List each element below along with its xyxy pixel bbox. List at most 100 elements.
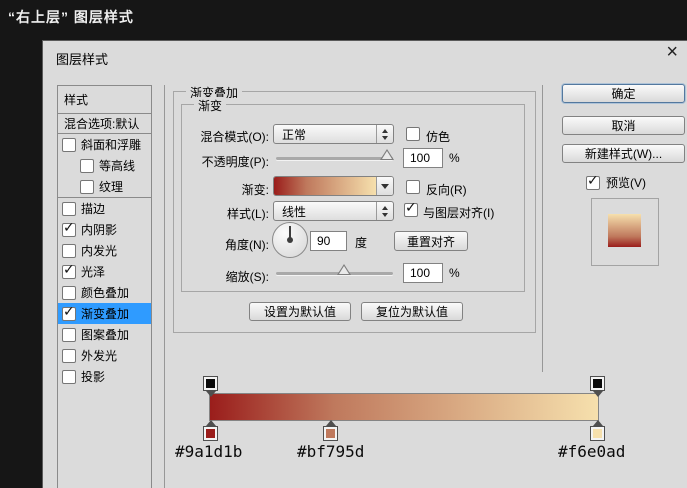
sidebar-item-4[interactable]: ✓ 内阴影 bbox=[58, 219, 151, 240]
sidebar-item-7[interactable]: ✓ 颜色叠加 bbox=[58, 282, 151, 303]
sidebar-item-1[interactable]: ✓等高线 bbox=[58, 155, 151, 176]
opacity-value: 100 bbox=[410, 151, 430, 165]
sidebar-item-9[interactable]: ✓图案叠加 bbox=[58, 324, 151, 345]
gradient-editor-annotation: #9a1d1b #bf795d #f6e0ad bbox=[0, 370, 687, 488]
sidebar-item-label: 颜色叠加 bbox=[81, 284, 129, 301]
sidebar-header: 样式 bbox=[58, 86, 151, 114]
opacity-stop-swatch bbox=[593, 379, 602, 388]
cancel-button[interactable]: 取消 bbox=[562, 116, 685, 135]
sidebar-item-2[interactable]: ✓ 纹理 bbox=[58, 176, 151, 198]
stop-pointer-icon bbox=[206, 391, 216, 397]
opacity-slider-thumb[interactable] bbox=[380, 149, 394, 160]
sidebar-item-label: 外发光 bbox=[81, 347, 117, 364]
scale-value: 100 bbox=[410, 266, 430, 280]
preview-frame bbox=[591, 198, 659, 266]
scale-label: 缩放(S): bbox=[181, 268, 269, 285]
reverse-label: 反向(R) bbox=[426, 181, 467, 198]
gradient-label: 渐变: bbox=[181, 181, 269, 198]
gradient-ramp[interactable] bbox=[209, 393, 599, 421]
angle-field[interactable]: 90 bbox=[310, 231, 347, 251]
reset-default-button[interactable]: 复位为默认值 bbox=[361, 302, 463, 321]
sidebar-item-label: 内发光 bbox=[81, 242, 117, 259]
angle-unit: 度 bbox=[355, 234, 367, 251]
dither-label: 仿色 bbox=[426, 128, 450, 145]
angle-hub-icon bbox=[287, 237, 293, 243]
scale-unit: % bbox=[449, 266, 460, 280]
sidebar-item-0[interactable]: ✓ 斜面和浮雕 bbox=[58, 134, 151, 155]
opacity-slider-track[interactable] bbox=[276, 157, 393, 160]
scale-field[interactable]: 100 bbox=[403, 263, 443, 283]
sidebar-item-10[interactable]: ✓ 外发光 bbox=[58, 345, 151, 366]
sidebar-item-checkbox[interactable]: ✓ bbox=[62, 349, 76, 363]
sidebar-item-checkbox[interactable]: ✓ bbox=[62, 244, 76, 258]
color-stop-swatch bbox=[593, 429, 602, 438]
sidebar-list: ✓斜面和浮雕✓等高线✓纹理✓描边✓内阴影✓内发光✓光泽✓颜色叠加✓渐变叠加✓图案… bbox=[58, 134, 151, 387]
sidebar-item-checkbox[interactable]: ✓ bbox=[62, 307, 76, 321]
style-select[interactable]: 线性 bbox=[273, 201, 394, 221]
opacity-stop-left[interactable] bbox=[203, 376, 218, 397]
hex-label-1: #bf795d bbox=[297, 442, 364, 461]
style-label: 样式(L): bbox=[181, 205, 269, 222]
sidebar-item-checkbox[interactable]: ✓ bbox=[62, 138, 76, 152]
gradient-swatch[interactable] bbox=[274, 177, 376, 195]
sidebar-item-checkbox[interactable]: ✓ bbox=[62, 286, 76, 300]
panel-divider bbox=[542, 85, 543, 372]
sidebar-item-3[interactable]: ✓ 描边 bbox=[58, 198, 151, 219]
sidebar-item-checkbox[interactable]: ✓ bbox=[62, 202, 76, 216]
sidebar-item-6[interactable]: ✓ 光泽 bbox=[58, 261, 151, 282]
sidebar-item-checkbox[interactable]: ✓ bbox=[62, 265, 76, 279]
sidebar-item-label: 斜面和浮雕 bbox=[81, 136, 141, 153]
sidebar-item-label: 纹理 bbox=[99, 178, 123, 195]
color-stop-1[interactable] bbox=[323, 420, 338, 441]
new-style-button[interactable]: 新建样式(W)... bbox=[562, 144, 685, 163]
sidebar-item-blending-options[interactable]: 混合选项:默认 bbox=[58, 114, 151, 134]
opacity-stop-right[interactable] bbox=[590, 376, 605, 397]
window-caption: “右上层” 图层样式 bbox=[8, 7, 134, 27]
screen: “右上层” 图层样式 图层样式 × 样式 混合选项:默认 ✓斜面和浮雕✓等高线✓… bbox=[0, 0, 687, 488]
opacity-stop-swatch bbox=[206, 379, 215, 388]
blend-mode-label: 混合模式(O): bbox=[181, 128, 269, 145]
color-stop-swatch bbox=[206, 429, 215, 438]
sidebar-item-label: 光泽 bbox=[81, 263, 105, 280]
angle-label: 角度(N): bbox=[181, 236, 269, 253]
angle-dial[interactable] bbox=[272, 222, 308, 258]
color-stop-2[interactable] bbox=[590, 420, 605, 441]
sidebar-item-checkbox[interactable]: ✓ bbox=[62, 223, 76, 237]
sidebar-item-checkbox[interactable]: ✓ bbox=[62, 328, 76, 342]
hex-label-2: #f6e0ad bbox=[558, 442, 625, 461]
reset-alignment-button[interactable]: 重置对齐 bbox=[394, 231, 468, 251]
subgroup-title: 渐变 bbox=[194, 97, 226, 114]
sidebar-item-label: 渐变叠加 bbox=[81, 305, 129, 322]
angle-value: 90 bbox=[317, 234, 330, 248]
opacity-field[interactable]: 100 bbox=[403, 148, 443, 168]
preview-thumbnail bbox=[608, 214, 641, 247]
scale-slider-thumb[interactable] bbox=[337, 264, 351, 275]
updown-arrows-icon bbox=[376, 125, 393, 143]
sidebar-item-label: 描边 bbox=[81, 200, 105, 217]
preview-label: 预览(V) bbox=[606, 174, 646, 191]
gradient-dropdown-arrow-icon[interactable] bbox=[376, 177, 393, 195]
gradient-picker[interactable] bbox=[273, 176, 394, 196]
sidebar-item-label: 内阴影 bbox=[81, 221, 117, 238]
sidebar-item-checkbox[interactable]: ✓ bbox=[80, 180, 94, 194]
scale-slider-track[interactable] bbox=[276, 272, 393, 275]
sidebar-item-checkbox[interactable]: ✓ bbox=[80, 159, 94, 173]
close-icon[interactable]: × bbox=[666, 42, 678, 62]
color-stop-0[interactable] bbox=[203, 420, 218, 441]
ok-button[interactable]: 确定 bbox=[562, 84, 685, 103]
sidebar-item-8[interactable]: ✓ 渐变叠加 bbox=[58, 303, 151, 324]
reverse-checkbox[interactable]: ✓ bbox=[406, 180, 420, 194]
opacity-unit: % bbox=[449, 151, 460, 165]
preview-checkbox[interactable]: ✓ bbox=[586, 176, 600, 190]
updown-arrows-icon bbox=[376, 202, 393, 220]
blend-mode-select[interactable]: 正常 bbox=[273, 124, 394, 144]
align-layer-checkbox[interactable]: ✓ bbox=[404, 203, 418, 217]
make-default-button[interactable]: 设置为默认值 bbox=[249, 302, 351, 321]
dialog-title: 图层样式 bbox=[56, 49, 108, 68]
stop-pointer-icon bbox=[593, 391, 603, 397]
preview-row: ✓ 预览(V) bbox=[586, 174, 646, 191]
color-stop-swatch bbox=[326, 429, 335, 438]
dither-checkbox[interactable]: ✓ bbox=[406, 127, 420, 141]
hex-label-0: #9a1d1b bbox=[175, 442, 242, 461]
sidebar-item-5[interactable]: ✓ 内发光 bbox=[58, 240, 151, 261]
